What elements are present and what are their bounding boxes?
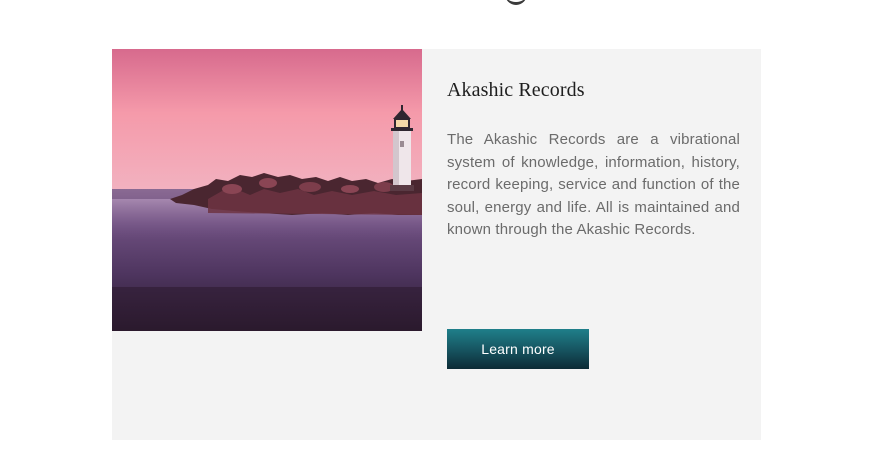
- card-description: The Akashic Records are a vibrational sy…: [447, 131, 740, 239]
- lighthouse-image: [112, 49, 422, 331]
- card-title: Akashic Records: [447, 79, 585, 101]
- page: Akashic Records The Akashic Records are …: [0, 0, 870, 472]
- akashic-records-card: Akashic Records The Akashic Records are …: [112, 49, 761, 440]
- cropped-heading-glyph: [505, 0, 527, 5]
- card-content: Akashic Records The Akashic Records are …: [447, 75, 740, 242]
- learn-more-button[interactable]: Learn more: [447, 329, 589, 369]
